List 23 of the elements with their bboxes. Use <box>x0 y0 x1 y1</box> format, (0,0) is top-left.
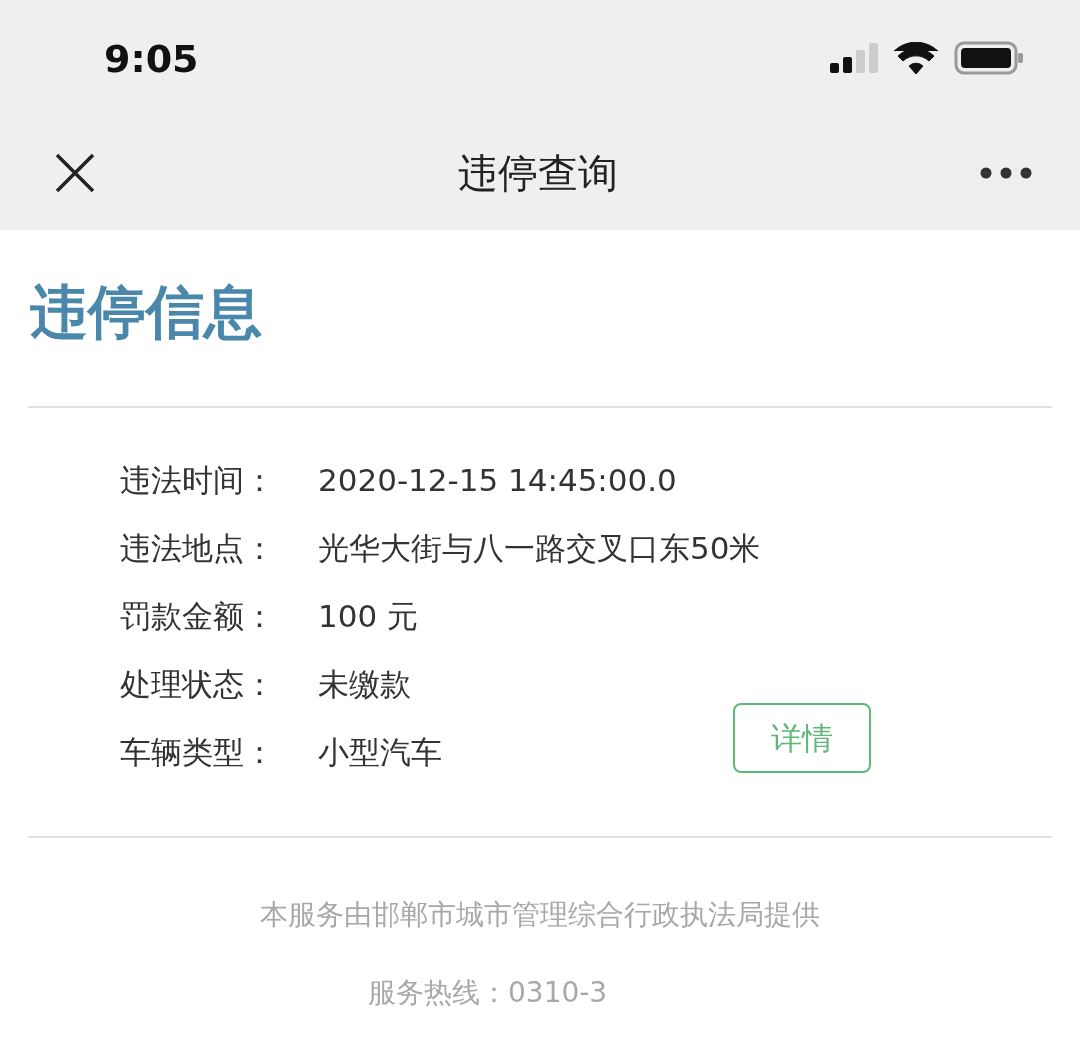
close-icon <box>55 152 95 193</box>
wifi-icon <box>894 41 938 74</box>
more-icon <box>980 166 1032 179</box>
field-value: 100 元 <box>318 596 419 636</box>
battery-icon <box>954 40 1024 75</box>
signal-icon <box>830 42 878 73</box>
provider-notice: 本服务由邯郸市城市管理综合行政执法局提供 <box>260 897 820 933</box>
status-time: 9:05 <box>104 36 199 83</box>
field-value: 未缴款 <box>318 664 411 704</box>
details-button[interactable]: 详情 <box>733 703 871 773</box>
field-value: 2020-12-15 14:45:00.0 <box>318 460 677 500</box>
hotline-text: 服务热线：0310-3 <box>368 975 609 1011</box>
field-label: 处理状态： <box>120 664 276 704</box>
section-heading: 违停信息 <box>29 276 262 348</box>
field-value: 小型汽车 <box>318 732 442 772</box>
page-title: 违停查询 <box>458 148 618 198</box>
field-label: 违法地点： <box>120 528 276 568</box>
field-label: 罚款金额： <box>120 596 276 636</box>
more-button[interactable] <box>980 165 1032 180</box>
close-button[interactable] <box>54 151 96 194</box>
field-value: 光华大街与八一路交叉口东50米 <box>318 528 761 568</box>
field-label: 违法时间： <box>120 460 276 500</box>
field-label: 车辆类型： <box>120 732 276 772</box>
